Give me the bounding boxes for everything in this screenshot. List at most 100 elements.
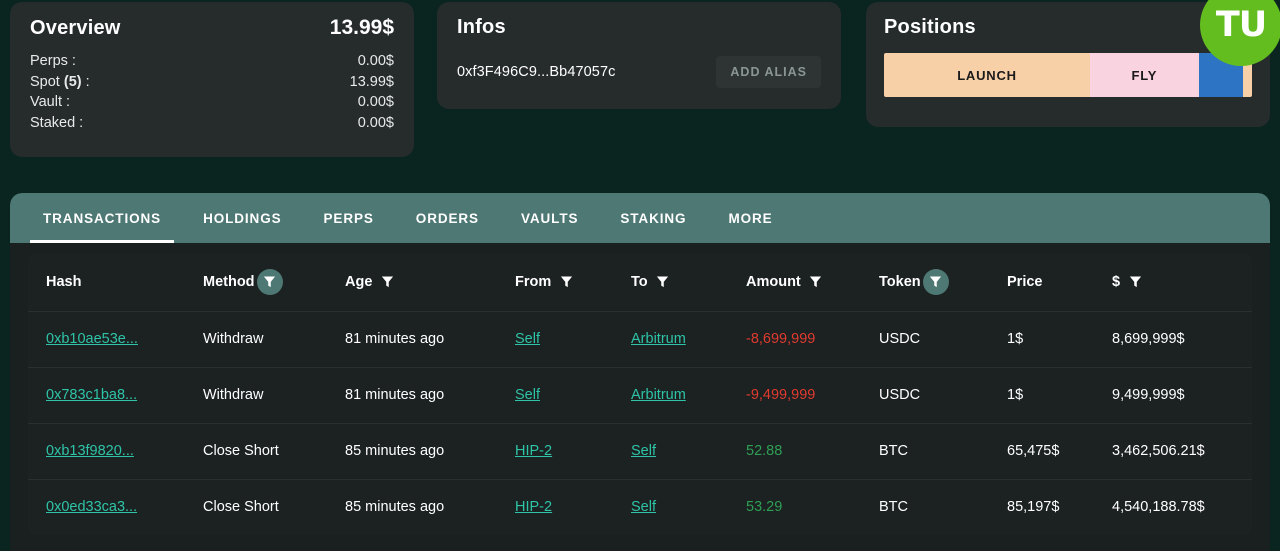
- table-row[interactable]: 0xb13f9820... Close Short 85 minutes ago HI…: [28, 423, 1252, 479]
- cell-to[interactable]: Self: [613, 423, 728, 479]
- position-segment-fly[interactable]: FLY: [1090, 53, 1199, 97]
- amount-value: -8,699,999: [746, 331, 816, 347]
- tab-orders[interactable]: ORDERS: [395, 193, 500, 243]
- from-link[interactable]: HIP-2: [515, 443, 552, 459]
- cell-from[interactable]: HIP-2: [497, 423, 613, 479]
- cell-from[interactable]: HIP-2: [497, 479, 613, 535]
- tab-more[interactable]: MORE: [707, 193, 793, 243]
- table-row[interactable]: 0x783c1ba8... Withdraw 81 minutes ago Self A…: [28, 367, 1252, 423]
- position-segment-launch[interactable]: LAUNCH: [884, 53, 1091, 97]
- overview-row: Vault : 0.00$: [30, 92, 394, 113]
- cell-from[interactable]: Self: [497, 367, 613, 423]
- to-link[interactable]: Self: [631, 443, 656, 459]
- cell-age: 81 minutes ago: [345, 387, 445, 403]
- overview-row-value: 0.00$: [357, 53, 394, 69]
- amount-value: -9,499,999: [746, 387, 816, 403]
- overview-row-label: Perps :: [30, 53, 76, 69]
- column-header-label: $: [1112, 273, 1121, 290]
- overview-row-label: Vault :: [30, 94, 71, 110]
- column-header-price: Price: [989, 253, 1094, 311]
- hash-link[interactable]: 0xb10ae53e...: [46, 331, 138, 347]
- overview-row-value: 0.00$: [357, 94, 394, 110]
- table-body: 0xb10ae53e... Withdraw 81 minutes ago Self A…: [28, 311, 1252, 535]
- tab-perps[interactable]: PERPS: [303, 193, 395, 243]
- column-header-method: Method: [185, 253, 327, 311]
- column-header-label: To: [631, 273, 648, 290]
- from-link[interactable]: HIP-2: [515, 499, 552, 515]
- cell-usd: 8,699,999$: [1112, 331, 1185, 347]
- cell-hash[interactable]: 0xb10ae53e...: [28, 311, 185, 367]
- column-header-inner: Token: [879, 268, 989, 295]
- table-row[interactable]: 0x0ed33ca3... Close Short 85 minutes ago HI…: [28, 479, 1252, 535]
- tab-staking[interactable]: STAKING: [599, 193, 707, 243]
- to-link[interactable]: Arbitrum: [631, 387, 686, 403]
- cell-from[interactable]: Self: [497, 311, 613, 367]
- tab-vaults[interactable]: VAULTS: [500, 193, 599, 243]
- column-header-inner: Age: [345, 269, 497, 295]
- cell-amount: 53.29: [728, 479, 861, 535]
- cell-price: 1$: [1007, 331, 1024, 347]
- filter-icon[interactable]: [256, 268, 283, 295]
- tab-holdings[interactable]: HOLDINGS: [182, 193, 302, 243]
- filter-icon[interactable]: [553, 269, 579, 295]
- cell-usd: 9,499,999$: [1112, 387, 1185, 403]
- cell-hash[interactable]: 0xb13f9820...: [28, 423, 185, 479]
- column-header-from: From: [497, 253, 613, 311]
- hash-link[interactable]: 0x783c1ba8...: [46, 387, 137, 403]
- to-link[interactable]: Self: [631, 499, 656, 515]
- table-header-row: Hash Method Age From To Amount Token Price $: [28, 253, 1252, 311]
- column-header-inner: Method: [203, 268, 327, 295]
- summary-cards-row: Overview 13.99$ Perps : 0.00$ Spot (5) : 13…: [0, 0, 1280, 182]
- filter-icon[interactable]: [803, 269, 829, 295]
- overview-header: Overview 13.99$: [30, 16, 394, 40]
- cell-price: 65,475$: [1007, 443, 1060, 459]
- overview-row-value: 0.00$: [357, 114, 394, 131]
- positions-card: Positions LAUNCH FLY TU: [866, 0, 1280, 127]
- cell-method: Close Short: [203, 443, 279, 459]
- add-alias-button[interactable]: ADD ALIAS: [716, 56, 821, 88]
- from-link[interactable]: Self: [515, 331, 540, 347]
- cell-age: 85 minutes ago: [345, 499, 445, 516]
- from-link[interactable]: Self: [515, 387, 540, 403]
- filter-icon[interactable]: [374, 269, 400, 295]
- column-header-inner: To: [631, 269, 728, 295]
- table-row[interactable]: 0xb10ae53e... Withdraw 81 minutes ago Self A…: [28, 311, 1252, 367]
- amount-value: 53.29: [746, 499, 783, 516]
- hash-link[interactable]: 0x0ed33ca3...: [46, 499, 137, 515]
- infos-title: Infos: [457, 16, 506, 38]
- transactions-table-container: Hash Method Age From To Amount Token Price $ 0xb…: [10, 243, 1270, 535]
- table-head: Hash Method Age From To Amount Token Price $: [28, 253, 1252, 311]
- overview-row: Perps : 0.00$: [30, 51, 394, 72]
- infos-card: Infos 0xf3F496C9...Bb47057c ADD ALIAS: [437, 2, 841, 109]
- filter-icon[interactable]: [922, 268, 949, 295]
- main-panel: TRANSACTIONS HOLDINGS PERPS ORDERS VAULTS STA…: [10, 193, 1270, 551]
- to-link[interactable]: Arbitrum: [631, 331, 686, 347]
- cell-to[interactable]: Arbitrum: [613, 367, 728, 423]
- overview-row-label: Staked :: [30, 114, 84, 131]
- cell-hash[interactable]: 0x783c1ba8...: [28, 367, 185, 423]
- cell-age: 81 minutes ago: [345, 331, 445, 347]
- positions-allocation-bar[interactable]: LAUNCH FLY: [884, 53, 1252, 97]
- column-header-inner: $: [1112, 269, 1252, 295]
- filter-icon[interactable]: [650, 269, 676, 295]
- overview-row-value: 13.99$: [349, 73, 394, 90]
- overview-title: Overview: [30, 17, 121, 39]
- overview-row-label: Spot (5) :: [30, 73, 90, 90]
- column-header-label: Price: [1007, 273, 1043, 290]
- column-header-inner: Hash: [46, 274, 185, 290]
- cell-amount: -9,499,999: [728, 367, 861, 423]
- cell-token: USDC: [879, 387, 921, 403]
- cell-to[interactable]: Self: [613, 479, 728, 535]
- cell-amount: -8,699,999: [728, 311, 861, 367]
- hash-link[interactable]: 0xb13f9820...: [46, 443, 134, 459]
- tab-transactions[interactable]: TRANSACTIONS: [22, 193, 182, 243]
- column-header-label: Age: [345, 273, 373, 290]
- amount-value: 52.88: [746, 443, 783, 459]
- cell-to[interactable]: Arbitrum: [613, 311, 728, 367]
- overview-breakdown-list: Perps : 0.00$ Spot (5) : 13.99$ Vault : 0.00$…: [30, 51, 394, 133]
- column-header-usd: $: [1094, 253, 1252, 311]
- cell-hash[interactable]: 0x0ed33ca3...: [28, 479, 185, 535]
- overview-row: Spot (5) : 13.99$: [30, 72, 394, 93]
- overview-total-value: 13.99$: [329, 16, 394, 39]
- filter-icon[interactable]: [1122, 269, 1148, 295]
